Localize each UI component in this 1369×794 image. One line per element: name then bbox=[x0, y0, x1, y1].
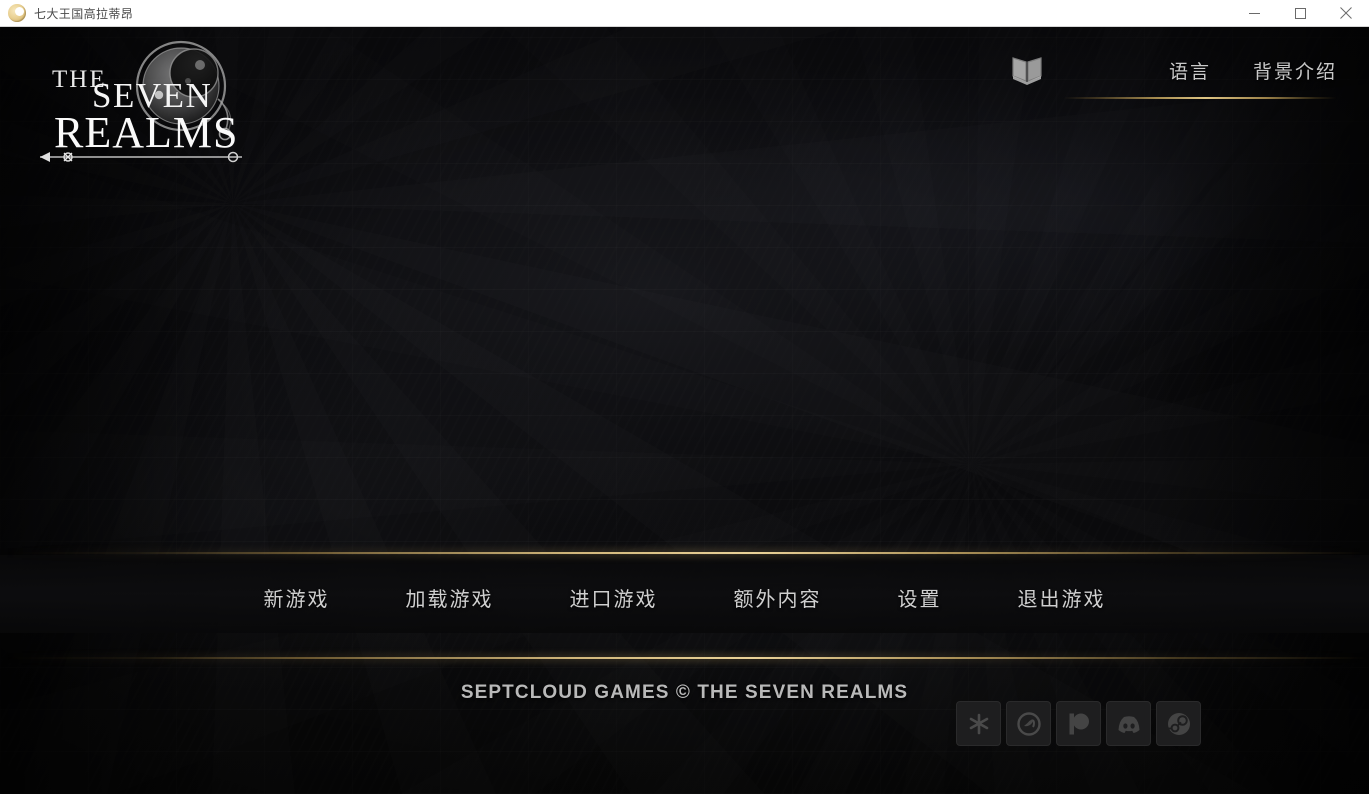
game-main-menu-screen: THE SEVEN REALMS 语言 背景介绍 新游戏 加载游戏 进口游戏 额… bbox=[0, 27, 1369, 794]
steam-icon[interactable] bbox=[1156, 701, 1201, 746]
minimize-icon bbox=[1248, 12, 1260, 14]
asterisk-star-icon[interactable] bbox=[956, 701, 1001, 746]
nav-background-intro[interactable]: 背景介绍 bbox=[1249, 53, 1341, 88]
maximize-icon bbox=[1294, 7, 1306, 19]
nav-language[interactable]: 语言 bbox=[1165, 53, 1215, 88]
close-icon bbox=[1340, 7, 1352, 19]
window-titlebar: 七大王国高拉蒂昂 bbox=[0, 0, 1369, 27]
menu-top-divider bbox=[0, 552, 1369, 554]
main-menu-items: 新游戏 加载游戏 进口游戏 额外内容 设置 退出游戏 bbox=[0, 575, 1369, 620]
menu-extras[interactable]: 额外内容 bbox=[728, 575, 828, 620]
menu-quit-game[interactable]: 退出游戏 bbox=[1012, 575, 1112, 620]
top-navigation-row: 语言 背景介绍 bbox=[1001, 41, 1341, 99]
moon-app-icon bbox=[8, 4, 26, 22]
menu-import-game[interactable]: 进口游戏 bbox=[564, 575, 664, 620]
game-logo: THE SEVEN REALMS bbox=[28, 39, 258, 169]
menu-load-game[interactable]: 加载游戏 bbox=[400, 575, 500, 620]
minimize-button[interactable] bbox=[1231, 0, 1277, 27]
window-title: 七大王国高拉蒂昂 bbox=[34, 6, 134, 21]
twitter-circle-icon[interactable] bbox=[1006, 701, 1051, 746]
top-navigation-divider bbox=[1063, 97, 1337, 99]
logo-text-realms: REALMS bbox=[54, 108, 238, 157]
menu-new-game[interactable]: 新游戏 bbox=[258, 575, 336, 620]
patreon-icon[interactable] bbox=[1056, 701, 1101, 746]
menu-settings[interactable]: 设置 bbox=[892, 575, 948, 620]
open-book-icon[interactable] bbox=[1007, 50, 1047, 90]
the-seven-realms-logo: THE SEVEN REALMS bbox=[40, 40, 242, 163]
discord-icon[interactable] bbox=[1106, 701, 1151, 746]
maximize-button[interactable] bbox=[1277, 0, 1323, 27]
top-navigation: 语言 背景介绍 bbox=[1001, 41, 1341, 113]
close-button[interactable] bbox=[1323, 0, 1369, 27]
social-links bbox=[956, 701, 1201, 746]
menu-bottom-divider bbox=[0, 657, 1369, 659]
